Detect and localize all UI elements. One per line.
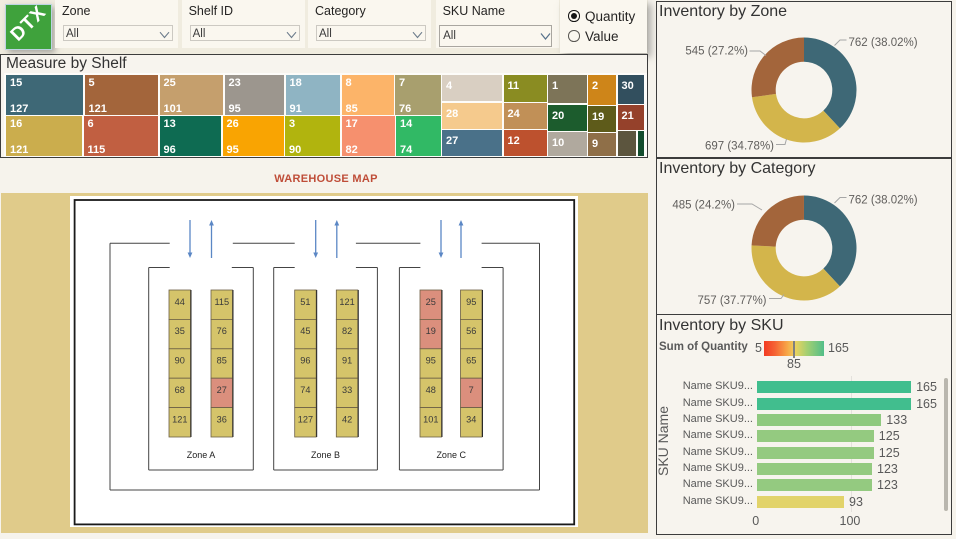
svg-text:121: 121	[172, 414, 187, 424]
svg-text:115: 115	[214, 297, 229, 307]
svg-text:25: 25	[426, 297, 436, 307]
svg-text:19: 19	[426, 326, 436, 336]
svg-text:95: 95	[466, 297, 476, 307]
svg-text:91: 91	[342, 356, 352, 366]
svg-text:757 (37.77%): 757 (37.77%)	[697, 295, 766, 307]
svg-text:65: 65	[466, 356, 476, 366]
svg-text:35: 35	[175, 326, 185, 336]
svg-text:68: 68	[175, 385, 185, 395]
svg-text:485 (24.2%): 485 (24.2%)	[672, 200, 735, 212]
svg-text:34: 34	[466, 414, 476, 424]
svg-text:48: 48	[426, 385, 436, 395]
svg-text:33: 33	[342, 385, 352, 395]
svg-text:95: 95	[426, 356, 436, 366]
svg-text:121: 121	[339, 297, 354, 307]
svg-text:Zone B: Zone B	[311, 450, 340, 460]
svg-text:85: 85	[217, 356, 227, 366]
svg-text:Zone A: Zone A	[187, 450, 216, 460]
svg-text:96: 96	[300, 356, 310, 366]
svg-text:74: 74	[300, 385, 310, 395]
svg-text:76: 76	[217, 326, 227, 336]
svg-text:56: 56	[466, 326, 476, 336]
svg-text:45: 45	[300, 326, 310, 336]
svg-text:44: 44	[175, 297, 185, 307]
svg-text:51: 51	[300, 297, 310, 307]
svg-text:27: 27	[217, 385, 227, 395]
svg-text:101: 101	[423, 414, 438, 424]
svg-text:697 (34.78%): 697 (34.78%)	[705, 141, 774, 153]
svg-text:545 (27.2%): 545 (27.2%)	[685, 46, 748, 58]
svg-text:90: 90	[175, 356, 185, 366]
svg-text:42: 42	[342, 414, 352, 424]
svg-text:762 (38.02%): 762 (38.02%)	[849, 37, 918, 49]
svg-text:127: 127	[298, 414, 313, 424]
svg-text:7: 7	[469, 385, 474, 395]
svg-text:82: 82	[342, 326, 352, 336]
svg-text:36: 36	[217, 414, 227, 424]
svg-text:762 (38.02%): 762 (38.02%)	[849, 195, 918, 207]
svg-text:Zone C: Zone C	[436, 450, 466, 460]
